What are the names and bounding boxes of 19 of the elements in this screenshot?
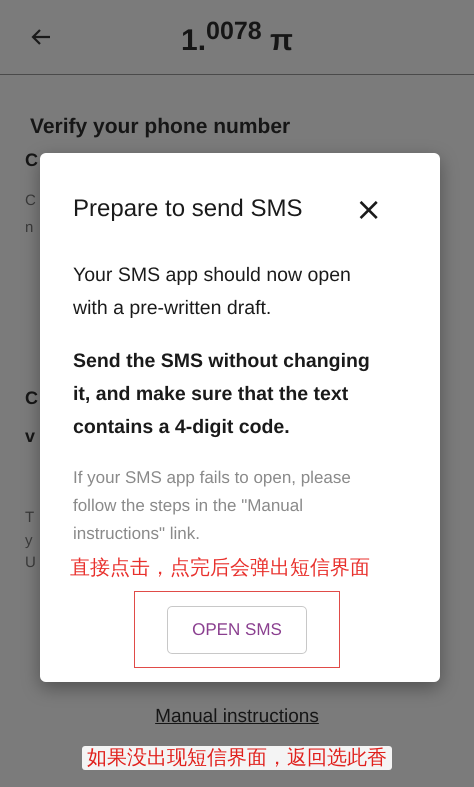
text-fragment: U: [25, 553, 36, 573]
manual-instructions-link[interactable]: Manual instructions: [155, 706, 319, 727]
instruction-text: Send the SMS without changing it, and make sure that the text contains a 4-digit code.: [73, 349, 371, 440]
balance-title: 1.$^{0078}$ π: [181, 24, 293, 56]
open-sms-button[interactable]: OPEN SMS: [167, 606, 307, 654]
dialog-title: Prepare to send SMS: [73, 195, 302, 223]
section-heading-fragment: v: [25, 425, 36, 447]
dialog-text: Your SMS app should now open with a pre-written draft.: [73, 263, 352, 321]
section-heading-fragment: C: [25, 387, 38, 409]
text-fragment: C: [25, 191, 36, 211]
annotation-text: 直接点击，点完后会弹出短信界面: [70, 556, 370, 581]
help-text: If your SMS app fails to open, please follow the steps in the "Manual instructions" link.: [73, 467, 352, 545]
annotation-text: 如果没出现短信界面，返回选此香: [82, 746, 392, 770]
page-heading: Verify your phone number: [30, 115, 290, 139]
text-fragment: n: [25, 218, 34, 238]
close-button[interactable]: ×: [355, 195, 390, 223]
text-fragment: T: [25, 508, 34, 528]
text-fragment: y: [25, 531, 32, 551]
section-heading-fragment: C: [25, 149, 38, 171]
